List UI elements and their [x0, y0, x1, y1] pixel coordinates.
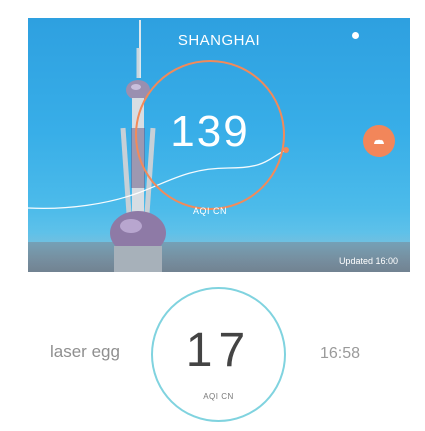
updated-time: Updated 16:00	[338, 256, 398, 266]
sad-face-icon	[374, 138, 384, 144]
city-aqi-card[interactable]: SHANGHAI 139 AQI CN Updated 16:00	[28, 18, 410, 272]
device-name: laser egg	[50, 342, 120, 361]
device-aqi-value: 17	[185, 324, 252, 377]
city-aqi-value: 139	[170, 107, 250, 156]
device-reading-time: 16:58	[320, 345, 361, 362]
device-aqi-label: AQI CN	[203, 392, 234, 401]
page-indicator-dot[interactable]	[352, 32, 359, 39]
pollution-level-badge[interactable]	[363, 125, 395, 157]
city-aqi-label: AQI CN	[192, 206, 227, 216]
